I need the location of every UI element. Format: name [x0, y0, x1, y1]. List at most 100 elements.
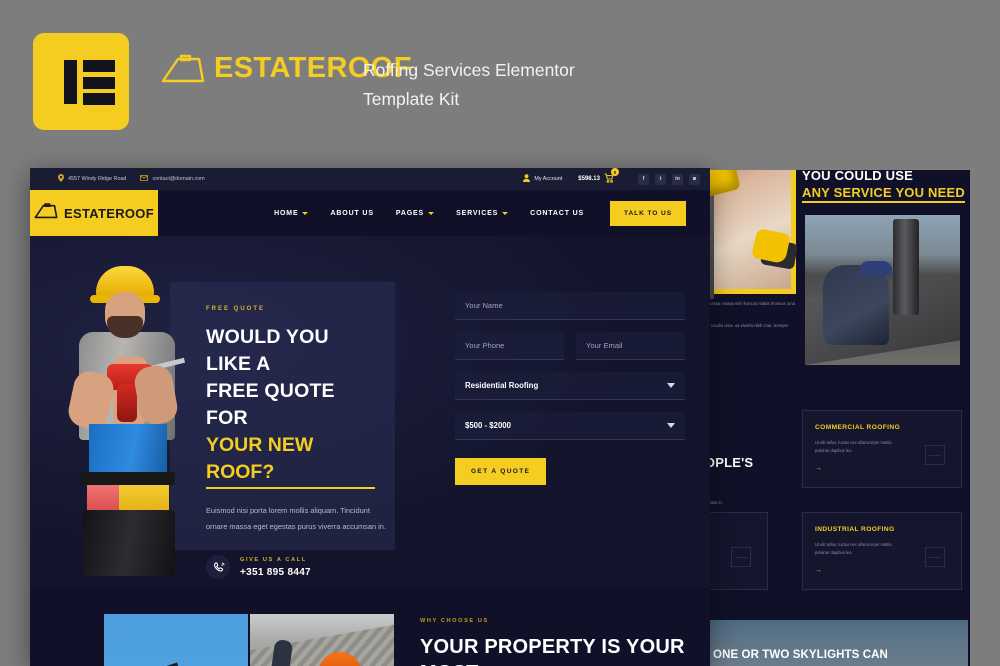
worker-arm-shape	[268, 638, 294, 666]
nav-item-label: PAGES	[395, 209, 425, 217]
cart-count-badge: 0	[611, 168, 619, 176]
twitter-icon[interactable]: t	[655, 173, 666, 185]
arrow-right-icon[interactable]: →	[815, 465, 949, 472]
features-heading-highlight: ANY SERVICE YOU NEED	[802, 184, 965, 203]
topbar-address: 4557 Windy Ridge Road	[58, 174, 126, 184]
hero-call-texts: GIVE US A CALL +351 895 8447	[240, 557, 311, 578]
hero-heading-line2: FREE QUOTE FOR	[206, 380, 335, 429]
hero-call-block[interactable]: GIVE US A CALL +351 895 8447	[206, 555, 375, 579]
construction-worker-photo	[63, 260, 188, 576]
service-select[interactable]: Residential Roofing	[455, 372, 685, 400]
chevron-down-icon	[428, 211, 435, 215]
nav-item-label: CONTACT US	[530, 209, 585, 217]
arrow-right-icon[interactable]: →	[815, 567, 949, 574]
elementor-bar-1	[83, 60, 115, 72]
blue-sky-roof-photo	[104, 614, 248, 666]
roofer-on-shingles-photo	[250, 614, 394, 666]
talk-to-us-button[interactable]: TALK TO US	[610, 200, 686, 226]
hero-eyebrow: FREE QUOTE	[206, 306, 266, 312]
worker-pants	[83, 510, 175, 576]
why-heading: YOUR PROPERTY IS YOUR MOST VALUABLE ASSE…	[420, 634, 700, 666]
service-card-title: COMMERCIAL ROOFING	[815, 424, 901, 431]
nav-item-about-us[interactable]: ABOUT US	[330, 210, 373, 217]
why-choose-us-text: WHY CHOOSE US YOUR PROPERTY IS YOUR MOST…	[420, 618, 700, 666]
backdrop-right-strip	[970, 0, 1000, 666]
budget-select-value: $500 - $2000	[465, 421, 511, 430]
nav-item-label: HOME	[274, 209, 299, 217]
my-account-link[interactable]: My Account	[523, 174, 562, 184]
elementor-logo-icon	[33, 33, 129, 130]
location-pin-icon	[58, 174, 64, 184]
hero-call-label: GIVE US A CALL	[240, 556, 307, 563]
site-topbar: 4557 Windy Ridge Road contact@domain.com…	[30, 168, 710, 190]
facebook-icon[interactable]: f	[638, 173, 649, 185]
site-preview-window: 4557 Windy Ridge Road contact@domain.com…	[30, 168, 710, 666]
chimney-install-photo	[805, 215, 960, 365]
phone-input[interactable]: Your Phone	[455, 332, 564, 360]
service-card-commercial[interactable]: COMMERCIAL ROOFING Ut elit tellus, luctu…	[802, 410, 962, 488]
why-heading-line1: YOUR PROPERTY IS YOUR MOST	[420, 636, 685, 666]
service-select-value: Residential Roofing	[465, 381, 539, 390]
service-card-title: INDUSTRIAL ROOFING	[815, 526, 895, 533]
phone-email-row: Your Phone Your Email	[455, 332, 685, 372]
nav-item-contact-us[interactable]: CONTACT US	[530, 210, 584, 217]
kit-header: ESTATEROOF Roffing Services Elementor Te…	[0, 0, 1000, 170]
why-choose-us-section: WHY CHOOSE US YOUR PROPERTY IS YOUR MOST…	[30, 588, 710, 666]
factory-icon	[925, 547, 945, 567]
tool-belt	[81, 472, 175, 485]
budget-select[interactable]: $500 - $2000	[455, 412, 685, 440]
hero-heading-highlight: YOUR NEW ROOF?	[206, 432, 375, 489]
instagram-icon[interactable]: ◙	[689, 173, 700, 185]
elementor-bar-vertical	[64, 60, 77, 104]
site-logo[interactable]: ESTATEROOF	[30, 190, 158, 236]
nav-item-label: SERVICES	[456, 209, 499, 217]
name-input[interactable]: Your Name	[455, 292, 685, 320]
service-card-text: Ut elit tellus, luctus nec ullamcorper m…	[815, 542, 893, 555]
why-eyebrow: WHY CHOOSE US	[420, 618, 489, 624]
roof-mark-icon	[161, 54, 205, 84]
chevron-down-icon	[302, 211, 309, 215]
service-card-industrial[interactable]: INDUSTRIAL ROOFING Ut elit tellus, luctu…	[802, 512, 962, 590]
email-input[interactable]: Your Email	[576, 332, 685, 360]
user-icon	[523, 174, 531, 184]
phone-ring-icon	[206, 555, 230, 579]
quote-form: Your Name Your Phone Your Email Resident…	[455, 292, 685, 485]
drill-handle	[117, 384, 137, 422]
service-card-text: Ut elit tellus, luctus nec ullamcorper m…	[815, 440, 893, 453]
chevron-down-icon	[667, 423, 675, 428]
hero-section: FREE QUOTE WOULD YOU LIKE A FREE QUOTE F…	[30, 236, 710, 588]
main-menu: HOME ABOUT US PAGES SERVICES CONTACT US	[274, 210, 584, 217]
topbar-address-text: 4557 Windy Ridge Road	[68, 176, 127, 182]
get-a-quote-button[interactable]: GET A QUOTE	[455, 458, 547, 485]
nav-item-services[interactable]: SERVICES	[456, 209, 509, 217]
envelope-icon	[140, 175, 149, 183]
cart-total: $598.13	[578, 176, 600, 182]
house-icon	[731, 547, 751, 567]
worker-shape	[823, 265, 889, 345]
cart-button[interactable]: 0	[604, 168, 619, 185]
elementor-bar-3	[83, 93, 115, 105]
site-logo-text: ESTATEROOF	[64, 205, 154, 221]
topbar-email-text: contact@domain.com	[152, 176, 205, 182]
blue-cap-shape	[860, 261, 892, 275]
navbar-right: HOME ABOUT US PAGES SERVICES CONTACT US	[158, 190, 710, 236]
linkedin-icon[interactable]: in	[672, 173, 683, 185]
my-account-label: My Account	[534, 176, 563, 182]
hero-heading: WOULD YOU LIKE A FREE QUOTE FOR YOUR NEW…	[206, 324, 375, 489]
building-icon	[925, 445, 945, 465]
topbar-email[interactable]: contact@domain.com	[140, 175, 205, 183]
chevron-down-icon	[502, 211, 509, 215]
elementor-bar-2	[83, 77, 115, 89]
hero-paragraph: Euismod nisi porta lorem mollis aliquam.…	[206, 506, 386, 531]
kit-title: Roffing Services Elementor Template Kit	[363, 60, 575, 109]
nav-item-pages[interactable]: PAGES	[395, 209, 435, 217]
site-navbar: ESTATEROOF HOME ABOUT US PAGES SERVICES	[30, 190, 710, 236]
hero-call-number[interactable]: +351 895 8447	[240, 567, 311, 578]
shopping-cart-icon	[604, 173, 614, 185]
nav-item-home[interactable]: HOME	[274, 209, 309, 217]
chevron-down-icon	[667, 383, 675, 388]
nav-item-label: ABOUT US	[330, 209, 374, 217]
roof-mark-icon	[34, 202, 58, 224]
vent-pipe-shape	[893, 219, 919, 315]
hero-heading-line1: WOULD YOU LIKE A	[206, 326, 329, 375]
